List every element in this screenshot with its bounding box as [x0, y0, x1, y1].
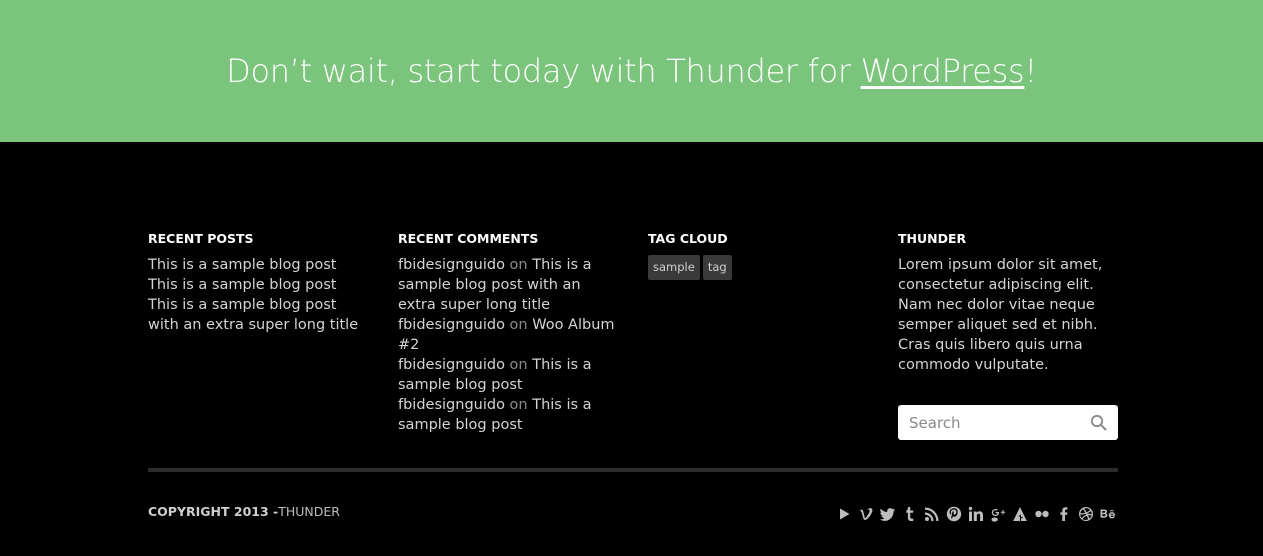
list-item: fbidesignguido on This is a sample blog … — [398, 395, 620, 435]
search-input[interactable] — [898, 405, 1118, 440]
comment-author: fbidesignguido — [398, 317, 505, 333]
tag-list: sample tag — [648, 255, 870, 280]
linkedin-icon[interactable] — [967, 505, 984, 522]
copyright: COPYRIGHT 2013 -THUNDER — [148, 504, 340, 520]
thunder-description: Lorem ipsum dolor sit amet, consectetur … — [898, 257, 1103, 373]
list-item: fbidesignguido on This is a sample blog … — [398, 355, 620, 395]
post-link[interactable]: This is a sample blog post — [148, 277, 337, 293]
wordpress-link[interactable]: WordPress — [861, 52, 1025, 90]
comment-on: on — [509, 357, 528, 373]
list-item[interactable]: This is a sample blog post — [148, 255, 370, 275]
forrst-icon[interactable] — [1011, 505, 1028, 522]
site-footer: RECENT POSTS This is a sample blog post … — [0, 142, 1263, 556]
cta-banner: Don’t wait, start today with Thunder for… — [0, 0, 1263, 142]
list-item: fbidesignguido on This is a sample blog … — [398, 255, 620, 315]
facebook-icon[interactable] — [1055, 505, 1072, 522]
googleplus-icon[interactable] — [989, 505, 1006, 522]
youtube-icon[interactable] — [835, 505, 852, 522]
recent-comments-title: RECENT COMMENTS — [398, 231, 539, 246]
footer-divider — [148, 468, 1118, 472]
tag-cloud-widget: TAG CLOUD sample tag — [648, 231, 898, 440]
tag-tag[interactable]: tag — [702, 255, 732, 280]
footer-widgets: RECENT POSTS This is a sample blog post … — [148, 231, 1118, 440]
dribbble-icon[interactable] — [1077, 505, 1094, 522]
pinterest-icon[interactable] — [945, 505, 962, 522]
twitter-icon[interactable] — [879, 505, 896, 522]
comment-author: fbidesignguido — [398, 257, 505, 273]
comment-author: fbidesignguido — [398, 357, 505, 373]
behance-icon[interactable] — [1099, 505, 1116, 522]
brand-link[interactable]: THUNDER — [278, 504, 340, 519]
comment-author: fbidesignguido — [398, 397, 505, 413]
social-icons — [835, 505, 1116, 522]
comment-on: on — [509, 397, 528, 413]
recent-posts-widget: RECENT POSTS This is a sample blog post … — [148, 231, 398, 440]
post-link[interactable]: This is a sample blog post — [148, 257, 337, 273]
tag-cloud-title: TAG CLOUD — [648, 231, 728, 246]
tag-sample[interactable]: sample — [648, 255, 700, 280]
list-item: fbidesignguido on Woo Album #2 — [398, 315, 620, 355]
list-item[interactable]: This is a sample blog post — [148, 275, 370, 295]
search-icon[interactable] — [1090, 414, 1107, 431]
copyright-text: COPYRIGHT 2013 - — [148, 504, 279, 519]
thunder-title: THUNDER — [898, 231, 967, 246]
comment-on: on — [509, 257, 528, 273]
flickr-icon[interactable] — [1033, 505, 1050, 522]
recent-posts-title: RECENT POSTS — [148, 231, 254, 246]
recent-comments-widget: RECENT COMMENTS fbidesignguido on This i… — [398, 231, 648, 440]
list-item[interactable]: This is a sample blog post with an extra… — [148, 295, 370, 335]
rss-icon[interactable] — [923, 505, 940, 522]
search-box — [898, 405, 1118, 440]
tumblr-icon[interactable] — [901, 505, 918, 522]
comment-on: on — [509, 317, 528, 333]
cta-text: Don’t wait, start today with Thunder for… — [226, 52, 1037, 90]
post-link[interactable]: This is a sample blog post with an extra… — [148, 297, 358, 333]
vimeo-icon[interactable] — [857, 505, 874, 522]
thunder-widget: THUNDER Lorem ipsum dolor sit amet, cons… — [898, 231, 1118, 440]
